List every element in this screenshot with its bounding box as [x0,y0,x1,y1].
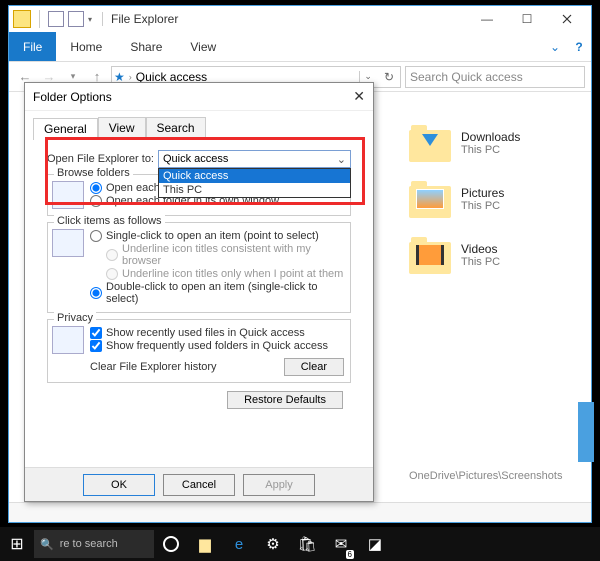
privacy-icon [52,326,84,354]
list-item[interactable]: DownloadsThis PC [409,124,581,162]
click-legend: Click items as follows [54,215,165,227]
app-icon[interactable]: ◪ [358,527,392,561]
folder-options-dialog: Folder Options ✕ General View Search Ope… [24,82,374,502]
browse-folders-icon [52,181,84,209]
chevron-down-icon: ⌄ [337,153,346,166]
radio-underline-browser: Underline icon titles consistent with my… [106,243,344,267]
store-icon[interactable]: 🛍 [290,527,324,561]
tab-file[interactable]: File [9,32,56,61]
open-to-dropdown: Quick access This PC [158,168,351,198]
help-icon[interactable]: ? [567,40,591,54]
list-item[interactable]: VideosThis PC [409,236,581,274]
clear-history-label: Clear File Explorer history [90,361,217,373]
privacy-legend: Privacy [54,312,96,324]
dropdown-option[interactable]: This PC [159,183,350,197]
window-title: File Explorer [102,12,178,26]
settings-icon[interactable]: ⚙ [256,527,290,561]
apply-button: Apply [243,474,315,496]
qat-newfolder-icon[interactable] [68,11,84,27]
tab-home[interactable]: Home [56,32,116,61]
dlg-tab-general[interactable]: General [33,118,98,140]
close-button[interactable] [547,6,587,32]
browse-legend: Browse folders [54,167,133,179]
dialog-close-icon[interactable]: ✕ [353,88,365,105]
cancel-button[interactable]: Cancel [163,474,235,496]
start-button[interactable]: ⊞ [0,534,34,554]
open-to-combo[interactable]: Quick access ⌄ Quick access This PC [158,150,351,168]
folder-icon [13,10,31,28]
tab-view[interactable]: View [176,32,230,61]
chevron-right-icon: › [129,72,132,82]
task-view-icon[interactable] [154,527,188,561]
ribbon-expand-icon[interactable]: ⌄ [543,40,567,54]
dlg-tab-view[interactable]: View [98,117,146,139]
search-icon: 🔍 [40,538,54,551]
pictures-thumb-icon [416,189,444,209]
tab-share[interactable]: Share [116,32,176,61]
explorer-taskbar-icon[interactable]: ▆ [188,527,222,561]
dlg-tab-search[interactable]: Search [146,117,206,139]
search-placeholder: Search Quick access [410,70,523,84]
radio-double-click[interactable]: Double-click to open an item (single-cli… [90,281,344,305]
maximize-button[interactable]: ☐ [507,6,547,32]
clear-button[interactable]: Clear [284,358,344,376]
dropdown-option[interactable]: Quick access [159,169,350,183]
ribbon: File Home Share View ⌄ ? [9,32,591,62]
minimize-button[interactable]: — [467,6,507,32]
radio-single-click[interactable]: Single-click to open an item (point to s… [90,230,344,242]
qat-properties-icon[interactable] [48,11,64,27]
download-arrow-icon [422,134,438,146]
right-edge-arrow-icon [578,402,594,462]
check-recent-files[interactable]: Show recently used files in Quick access [90,327,344,339]
taskbar-search[interactable]: 🔍 re to search [34,530,154,558]
edge-icon[interactable]: e [222,527,256,561]
click-items-icon [52,229,84,257]
list-item[interactable]: PicturesThis PC [409,180,581,218]
dialog-title: Folder Options [33,90,112,104]
refresh-icon[interactable]: ↻ [380,70,398,84]
ok-button[interactable]: OK [83,474,155,496]
radio-underline-point: Underline icon titles only when I point … [106,268,344,280]
taskbar: ⊞ 🔍 re to search ▆ e ⚙ 🛍 ✉6 ◪ [0,527,600,561]
path-label: OneDrive\Pictures\Screenshots [409,470,562,482]
search-input[interactable]: Search Quick access [405,66,585,88]
videos-thumb-icon [416,245,444,265]
statusbar [9,502,591,522]
address-dropdown-icon[interactable]: ⌄ [359,71,376,82]
open-to-label: Open File Explorer to: [47,153,154,165]
mail-icon[interactable]: ✉6 [324,527,358,561]
titlebar: ▾ File Explorer — ☐ [9,6,591,32]
qat-dropdown-icon[interactable]: ▾ [88,15,96,24]
check-frequent-folders[interactable]: Show frequently used folders in Quick ac… [90,340,344,352]
restore-defaults-button[interactable]: Restore Defaults [227,391,343,409]
